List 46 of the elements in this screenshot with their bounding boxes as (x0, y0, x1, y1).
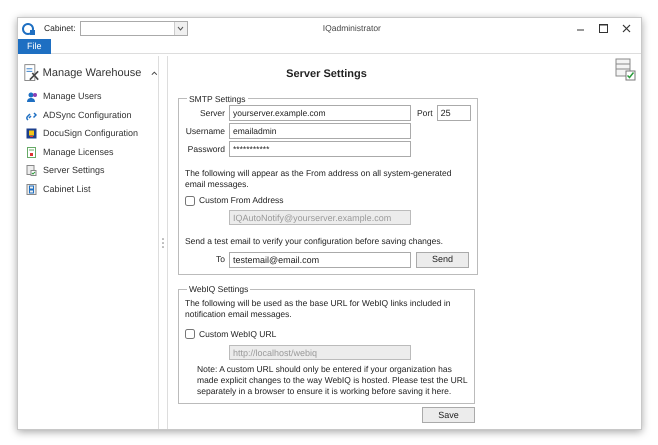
field-label: Password (186, 142, 226, 156)
close-icon[interactable] (622, 24, 631, 33)
field-label: Server (198, 106, 226, 120)
license-document-icon (26, 146, 37, 158)
warehouse-tools-icon (24, 62, 41, 84)
cabinet-label: Cabinet: (44, 22, 76, 35)
sidebar-item[interactable]: Manage Users (43, 90, 102, 104)
group-legend: WebIQ Settings (187, 282, 250, 296)
custom-url-note: Note: A custom URL should only be entered if your organization has made explicit changes to the way WebIQ is hosted. Please test the URL separately in a browser to ensure it is working before saving it here. (197, 364, 468, 398)
field-label: Username (185, 124, 226, 138)
sidebar-item[interactable]: ADSync Configuration (43, 108, 132, 122)
window-title: IQadministrator (322, 22, 381, 35)
field-label: Port (417, 106, 433, 120)
send-button[interactable]: Send (416, 252, 469, 268)
app-logo-icon (22, 22, 36, 36)
from-address-note: The following will appear as the From address on all system-generated email messages. (185, 168, 452, 190)
checkbox-label[interactable]: Custom From Address (199, 194, 284, 207)
save-button[interactable]: Save (422, 407, 475, 424)
users-icon (26, 91, 37, 102)
checkbox[interactable] (185, 328, 195, 339)
text-field[interactable]: yourserver.example.com (229, 105, 411, 122)
checkbox-label[interactable]: Custom WebIQ URL (199, 328, 276, 340)
sidebar-item[interactable]: DocuSign Configuration (43, 127, 138, 140)
text-field[interactable]: emailadmin (229, 123, 411, 140)
group-legend: SMTP Settings (187, 92, 248, 106)
field-label: To (215, 253, 226, 266)
document-sign-icon (26, 128, 37, 140)
chain-link-icon (26, 110, 37, 121)
port-field[interactable]: 25 (436, 105, 471, 122)
test-email-note: Send a test email to verify your configuration before saving changes. (185, 235, 444, 248)
to-email-field[interactable]: testemail@email.com (229, 252, 411, 268)
text-field[interactable]: *********** (229, 141, 411, 158)
server-check-icon (615, 58, 637, 82)
checkbox[interactable] (185, 196, 195, 206)
menu-tab[interactable]: File (18, 39, 51, 54)
chevron-icon[interactable] (151, 70, 158, 76)
maximize-icon[interactable] (599, 24, 608, 33)
cabinet-icon (26, 184, 37, 195)
base-url-note: The following will be used as the base URL for WebIQ links included in notification email messages. (185, 298, 452, 320)
sidebar-item[interactable]: Cabinet List (43, 182, 91, 196)
server-settings-icon (26, 165, 37, 176)
sidebar-item[interactable]: Server Settings (43, 164, 105, 178)
sidebar-header: Manage Warehouse (42, 66, 142, 81)
page-title: Server Settings (286, 68, 367, 80)
caret-icon (177, 26, 184, 31)
sidebar-item[interactable]: Manage Licenses (43, 146, 114, 159)
